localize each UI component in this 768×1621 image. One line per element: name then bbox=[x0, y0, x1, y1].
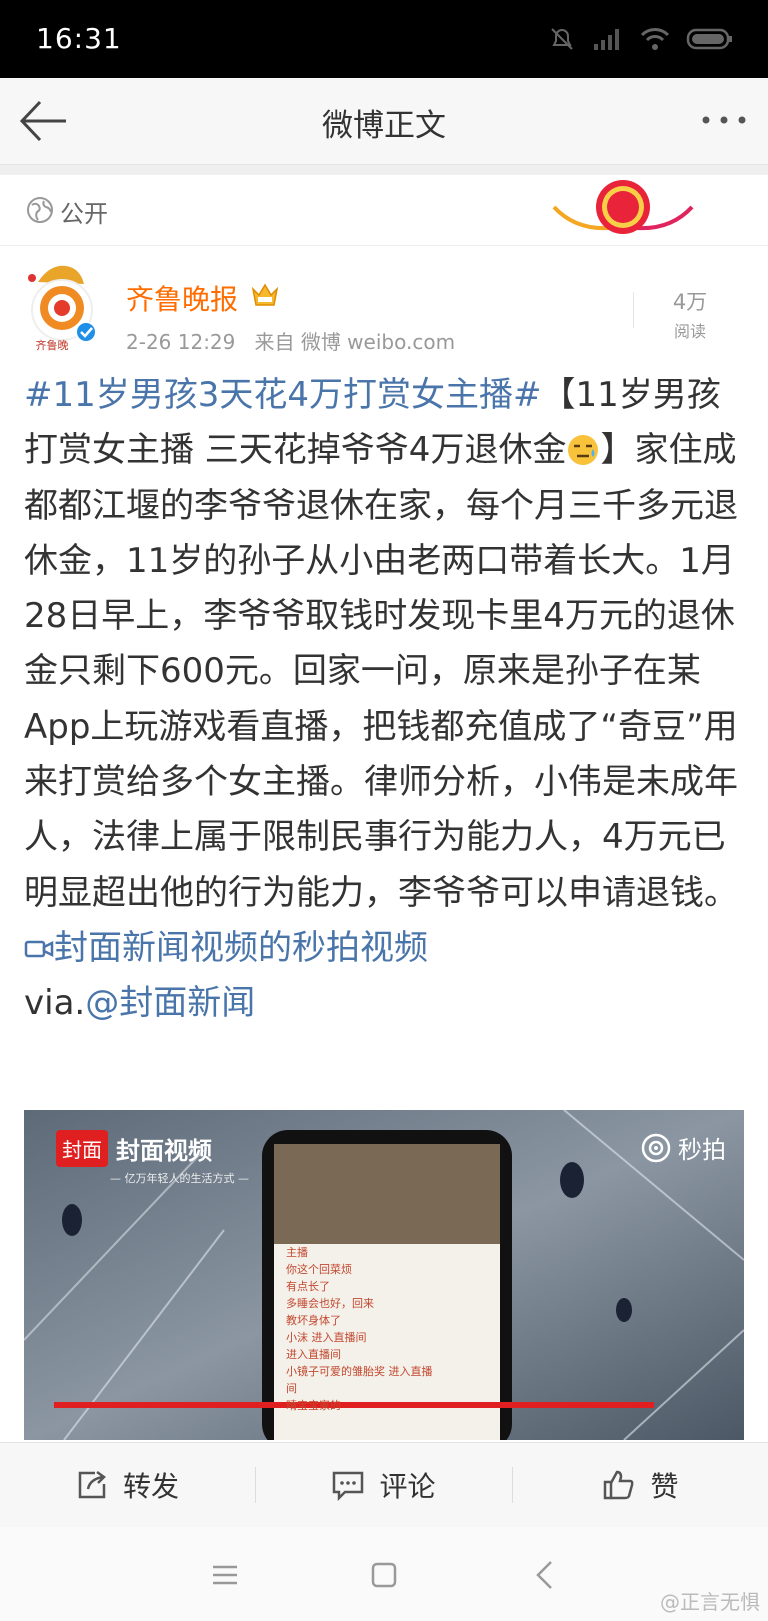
post-content: #11岁男孩3天花4万打赏女主播#【11岁男孩打赏女主播 三天花掉爷爷4万退休金… bbox=[24, 368, 748, 1032]
video-source-badge: 秒拍 bbox=[640, 1130, 726, 1165]
chat-line: 小沫 进入直播间 bbox=[286, 1331, 367, 1344]
china-praise-badge-icon bbox=[552, 180, 694, 234]
globe-icon bbox=[27, 197, 53, 223]
status-bar: 16:31 bbox=[0, 0, 768, 78]
nav-bar: 微博正文 bbox=[0, 78, 768, 165]
video-tagline: — 亿万年轻人的生活方式 — bbox=[110, 1172, 249, 1185]
video-brand-name: 封面视频 bbox=[116, 1137, 212, 1165]
video-chat-overlay: 主播 你这个回菜烦 有点长了 多睡会也好，回来 教坏身体了 小沫 进入直播间 进… bbox=[286, 1244, 486, 1414]
mention-link[interactable]: @封面新闻 bbox=[85, 983, 255, 1023]
repost-icon bbox=[78, 1470, 106, 1499]
chat-line: 你这个回菜烦 bbox=[286, 1263, 352, 1276]
repost-label: 转发 bbox=[122, 1470, 179, 1503]
comment-button[interactable]: 评论 bbox=[256, 1443, 511, 1527]
back-icon[interactable] bbox=[527, 1557, 563, 1593]
read-count-number: 4万 bbox=[672, 290, 708, 314]
miaopai-eye-icon bbox=[641, 1133, 671, 1162]
reads-divider bbox=[633, 292, 634, 328]
chat-line: 教坏身体了 bbox=[286, 1314, 341, 1327]
post-meta: 2-26 12:29 来自 微博 weibo.com bbox=[126, 326, 455, 355]
like-label: 赞 bbox=[650, 1470, 679, 1503]
status-time: 16:31 bbox=[36, 22, 122, 55]
visibility-label: 公开 bbox=[60, 200, 108, 228]
signal-icon bbox=[594, 29, 619, 50]
chat-line: 小镜子可爱的雏胎奖 进入直播 bbox=[286, 1365, 433, 1378]
mute-icon bbox=[551, 28, 573, 50]
post-text-part2: 】家住成都都江堰的李爷爷退休在家，每个月三千多元退休金，11岁的孙子从小由老两口… bbox=[24, 430, 738, 913]
post-date: 2-26 12:29 bbox=[126, 330, 236, 354]
post-source: 来自 微博 weibo.com bbox=[254, 330, 456, 354]
page-title: 微博正文 bbox=[322, 108, 446, 144]
chat-line: 晴宝宝家的 bbox=[286, 1399, 341, 1412]
chat-line: 间 bbox=[286, 1382, 297, 1395]
repost-button[interactable]: 转发 bbox=[0, 1443, 254, 1527]
avatar-text: 齐鲁晚 bbox=[36, 338, 69, 352]
action-bar: 转发 评论 赞 bbox=[0, 1442, 768, 1528]
more-icon[interactable] bbox=[696, 100, 752, 140]
video-link-icon bbox=[24, 940, 54, 958]
section-gap bbox=[0, 165, 768, 175]
like-button[interactable]: 赞 bbox=[513, 1443, 768, 1527]
home-icon[interactable] bbox=[366, 1557, 402, 1593]
via-text: via. bbox=[24, 983, 86, 1024]
visibility-row: 公开 bbox=[0, 175, 768, 246]
video-link-label: 封面新闻视频的秒拍视频 bbox=[54, 927, 428, 968]
read-count-label: 阅读 bbox=[673, 322, 706, 341]
thumbs-up-icon bbox=[604, 1470, 634, 1500]
video-source-label: 秒拍 bbox=[678, 1136, 726, 1164]
system-nav-bar: @正言无惧 bbox=[0, 1527, 768, 1621]
battery-icon bbox=[686, 28, 732, 50]
wifi-icon bbox=[640, 28, 670, 50]
watermark: @正言无惧 bbox=[660, 1590, 760, 1614]
crown-icon bbox=[251, 283, 279, 306]
chat-line: 有点长了 bbox=[286, 1280, 330, 1293]
chat-line: 进入直播间 bbox=[286, 1348, 341, 1361]
video-logo-box: 封面 bbox=[56, 1130, 108, 1167]
video-thumbnail[interactable]: 封面 封面视频 — 亿万年轻人的生活方式 — 秒拍 主播 你这个回菜烦 有点长了… bbox=[24, 1110, 744, 1440]
video-brand: 封面 封面视频 bbox=[56, 1130, 212, 1167]
avatar[interactable]: 齐鲁晚 bbox=[22, 260, 102, 352]
chat-line: 多睡会也好，回来 bbox=[286, 1297, 374, 1310]
status-icons bbox=[548, 24, 734, 54]
chat-line: 主播 bbox=[286, 1246, 308, 1259]
comment-icon bbox=[333, 1471, 364, 1502]
speechless-emoji-icon bbox=[568, 435, 599, 466]
hashtag-link[interactable]: #11岁男孩3天花4万打赏女主播# bbox=[24, 375, 542, 415]
read-count: 4万 阅读 bbox=[650, 286, 730, 342]
author-name[interactable]: 齐鲁晚报 bbox=[126, 278, 238, 318]
menu-icon[interactable] bbox=[207, 1557, 243, 1593]
video-link[interactable]: 封面新闻视频的秒拍视频 bbox=[24, 928, 428, 968]
comment-label: 评论 bbox=[379, 1470, 436, 1503]
